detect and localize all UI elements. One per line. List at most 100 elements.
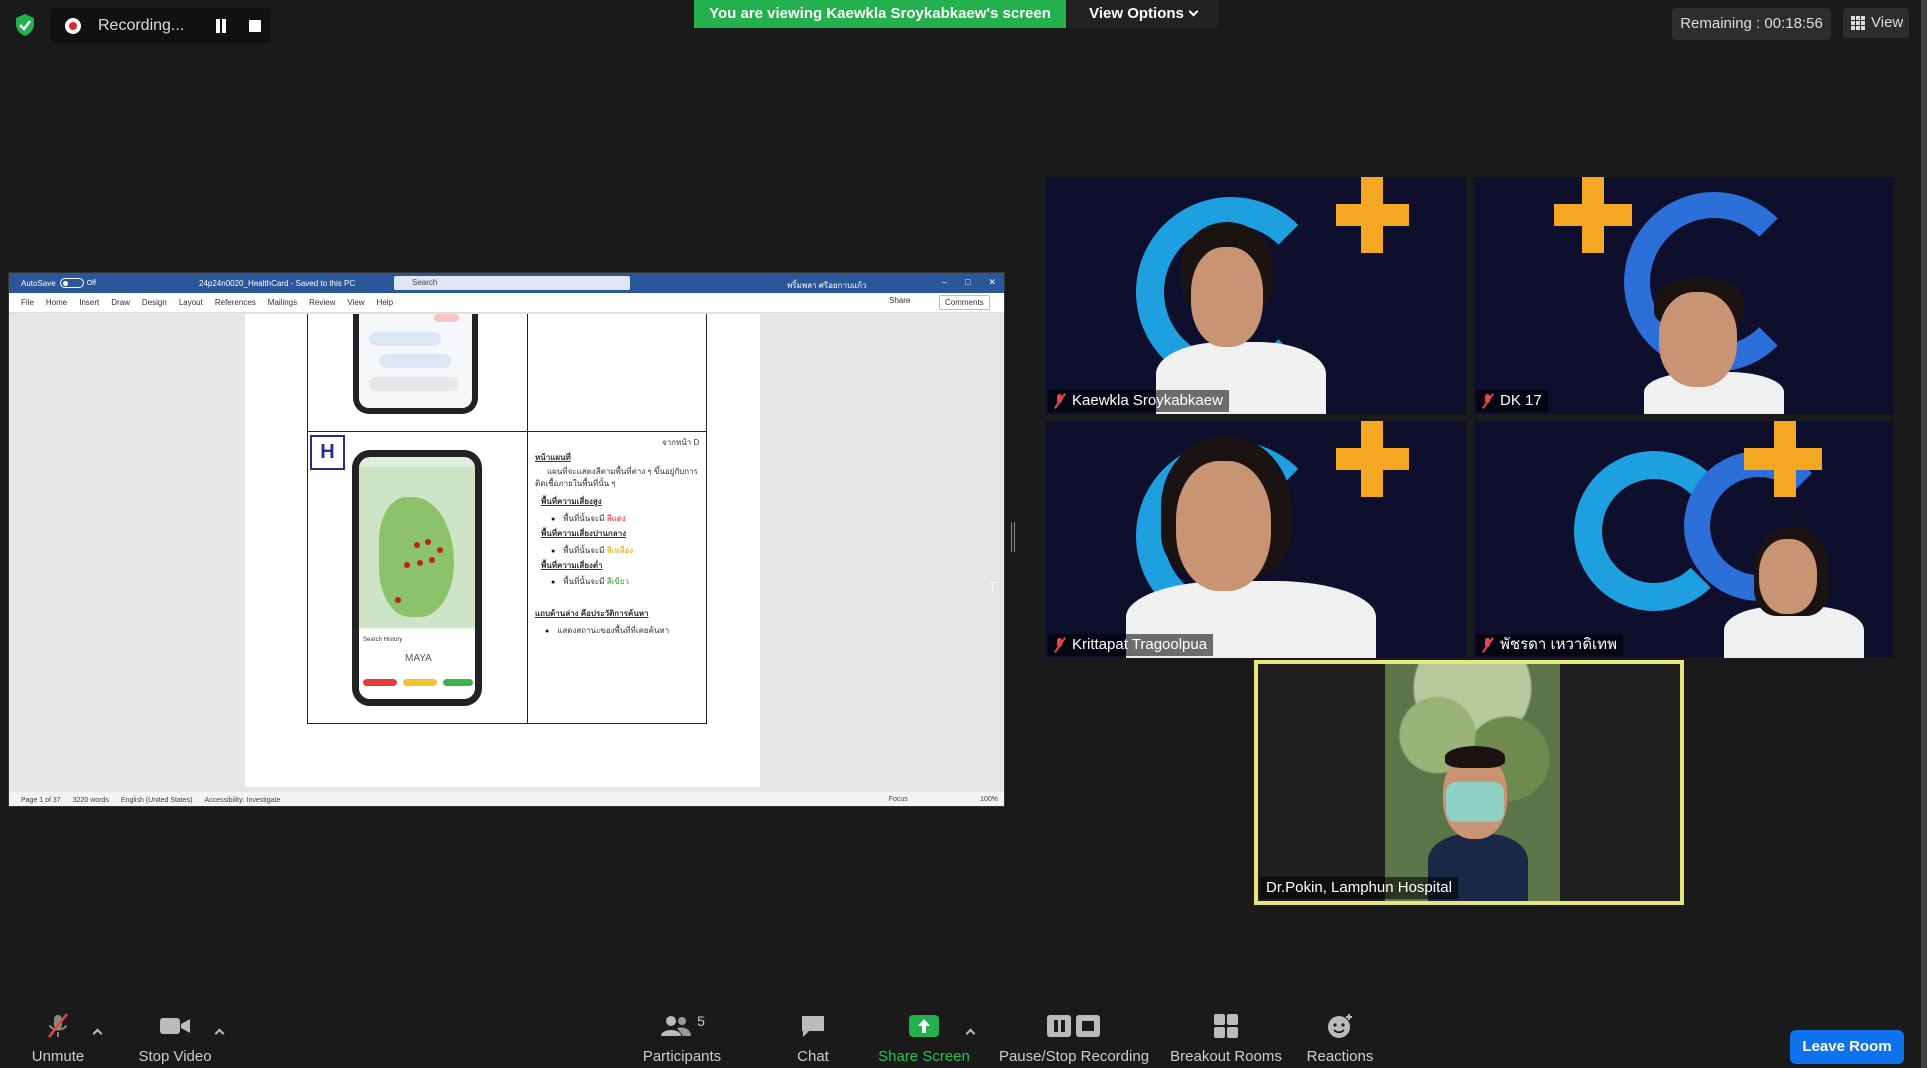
recording-indicator: Recording... xyxy=(50,8,271,43)
word-user-name: พริ้มพลา ศรีอยกาบแก้ว xyxy=(787,281,867,290)
mid-risk-item: พื้นที่นั้นจะมี xyxy=(563,546,605,555)
stop-video-button[interactable]: Stop Video xyxy=(132,1012,218,1065)
participant-nameplate: DK 17 xyxy=(1476,390,1548,412)
pause-recording-icon[interactable] xyxy=(214,19,228,33)
view-options-label: View Options xyxy=(1089,5,1184,22)
share-screen-button[interactable]: Share Screen xyxy=(876,1012,972,1065)
mid-risk-heading: พื้นที่ความเสี่ยงปานกลาง xyxy=(541,529,627,538)
high-risk-color: สีแดง xyxy=(606,514,626,523)
muted-mic-icon xyxy=(1054,394,1066,408)
word-statusbar: Page 1 of 37 3220 words English (United … xyxy=(9,792,1004,806)
word-ribbon-tabs: File Home Insert Draw Design Layout Refe… xyxy=(9,293,1004,313)
ribbon-tab[interactable]: Layout xyxy=(179,298,203,307)
ribbon-tab[interactable]: Mailings xyxy=(268,298,297,307)
face-mask xyxy=(1446,782,1504,822)
participant-name: Dr.Pokin, Lamphun Hospital xyxy=(1266,879,1452,896)
participant-name: Krittapat Tragoolpua xyxy=(1072,636,1208,653)
participants-label: Participants xyxy=(642,1048,722,1065)
split-view-handle[interactable] xyxy=(1011,522,1015,552)
participant-nameplate: Krittapat Tragoolpua xyxy=(1048,634,1214,656)
scrollbar[interactable] xyxy=(1921,0,1927,1068)
video-tile[interactable]: Kaewkla Sroykabkaew xyxy=(1046,177,1466,414)
chevron-down-icon xyxy=(1188,6,1199,17)
participant-nameplate: Kaewkla Sroykabkaew xyxy=(1048,390,1229,412)
history-heading: แถบด้านล่าง คือประวัติการค้นหา xyxy=(535,609,649,618)
breakout-rooms-icon xyxy=(1214,1014,1238,1038)
maximize-icon[interactable]: □ xyxy=(965,277,970,288)
autosave-toggle[interactable] xyxy=(59,278,84,288)
chat-button[interactable]: Chat xyxy=(788,1012,838,1065)
low-risk-heading: พื้นที่ความเสี่ยงต่ำ xyxy=(541,561,603,570)
security-shield-icon[interactable] xyxy=(14,13,36,37)
ribbon-tab[interactable]: Home xyxy=(46,298,67,307)
muted-mic-icon xyxy=(48,1013,68,1038)
status-zoom[interactable]: 100% xyxy=(980,796,998,803)
grid-view-icon xyxy=(1851,16,1865,30)
word-share-button[interactable]: Share xyxy=(889,296,910,305)
participant-nameplate: พัชรดา เหวาดิเทพ xyxy=(1476,634,1623,656)
meeting-toolbar: Unmute Stop Video 5 Participants Chat Sh… xyxy=(0,1012,1927,1068)
recording-label: Recording... xyxy=(98,16,185,34)
leave-room-button[interactable]: Leave Room xyxy=(1790,1030,1904,1064)
autosave-label: AutoSave xyxy=(21,278,56,288)
autosave-state: Off xyxy=(86,279,96,287)
video-tile[interactable]: DK 17 xyxy=(1474,177,1894,414)
ribbon-tab[interactable]: Draw xyxy=(111,298,130,307)
ribbon-tab[interactable]: Review xyxy=(309,298,335,307)
unmute-button[interactable]: Unmute xyxy=(22,1012,94,1065)
document-table: H Search History MAYA จากหน้า D หน้าแผนท… xyxy=(307,314,707,724)
ribbon-tab[interactable]: Help xyxy=(377,298,393,307)
word-search-box[interactable]: Search xyxy=(394,276,630,290)
video-tile[interactable]: พัชรดา เหวาดิเทพ xyxy=(1474,421,1894,658)
window-controls: – □ ✕ xyxy=(942,277,996,288)
viewing-screen-banner: You are viewing Kaewkla Sroykabkaew's sc… xyxy=(694,0,1066,28)
participants-count: 5 xyxy=(697,1013,705,1029)
pause-stop-recording-label: Pause/Stop Recording xyxy=(998,1048,1150,1065)
view-button[interactable]: View xyxy=(1843,8,1909,38)
zoom-meeting-window: Recording... You are viewing Kaewkla Sro… xyxy=(0,0,1927,1068)
word-titlebar: AutoSave Off 24p24n0020_HealthCard - Sav… xyxy=(9,273,1004,293)
chat-label: Chat xyxy=(797,1048,829,1065)
view-button-label: View xyxy=(1871,14,1904,31)
participant-name: DK 17 xyxy=(1500,392,1542,409)
phone-mockup-map: Search History MAYA xyxy=(352,450,482,706)
word-comments-button[interactable]: Comments xyxy=(939,295,990,310)
pause-stop-icon xyxy=(1047,1015,1100,1037)
section-letter: H xyxy=(310,435,345,470)
pause-stop-recording-button[interactable]: Pause/Stop Recording xyxy=(994,1012,1154,1065)
unmute-label: Unmute xyxy=(31,1048,85,1065)
participant-nameplate: Dr.Pokin, Lamphun Hospital xyxy=(1260,877,1458,899)
ribbon-tab[interactable]: Design xyxy=(142,298,167,307)
ribbon-tab[interactable]: View xyxy=(347,298,364,307)
close-icon[interactable]: ✕ xyxy=(988,277,996,288)
phone-search-history-label: Search History xyxy=(363,637,403,643)
breakout-rooms-label: Breakout Rooms xyxy=(1170,1048,1282,1065)
share-screen-label: Share Screen xyxy=(878,1048,970,1065)
minimize-icon[interactable]: – xyxy=(942,277,947,288)
stop-recording-icon[interactable] xyxy=(249,20,261,32)
status-right: Focus 100% xyxy=(877,796,998,803)
status-focus[interactable]: Focus xyxy=(889,796,908,803)
ribbon-tab[interactable]: File xyxy=(21,298,34,307)
participant-name: พัชรดา เหวาดิเทพ xyxy=(1500,636,1617,653)
document-filename[interactable]: 24p24n0020_HealthCard - Saved to this PC xyxy=(199,279,355,288)
breakout-rooms-button[interactable]: Breakout Rooms xyxy=(1166,1012,1286,1065)
audio-options-caret[interactable] xyxy=(92,1028,103,1039)
reactions-button[interactable]: Reactions xyxy=(1300,1012,1380,1065)
muted-mic-icon xyxy=(1482,394,1494,408)
share-screen-icon xyxy=(909,1015,939,1037)
ribbon-tab[interactable]: References xyxy=(215,298,256,307)
participants-button[interactable]: 5 Participants xyxy=(640,1012,724,1065)
phone-mockup-chat xyxy=(353,314,478,414)
video-tile-active-speaker[interactable]: Dr.Pokin, Lamphun Hospital xyxy=(1254,660,1684,905)
video-tile[interactable]: Krittapat Tragoolpua xyxy=(1046,421,1466,658)
heading-map-page: หน้าแผนที่ xyxy=(535,453,571,462)
ribbon-tab[interactable]: Insert xyxy=(79,298,99,307)
status-accessibility: Accessibility: Investigate xyxy=(204,796,281,804)
page-reference: จากหน้า D xyxy=(662,438,700,447)
view-options-button[interactable]: View Options xyxy=(1068,0,1218,28)
video-camera-icon xyxy=(160,1018,190,1034)
low-risk-item: พื้นที่นั้นจะมี xyxy=(563,577,605,586)
status-page: Page 1 of 37 xyxy=(21,796,61,804)
chat-bubble-icon xyxy=(802,1016,824,1037)
